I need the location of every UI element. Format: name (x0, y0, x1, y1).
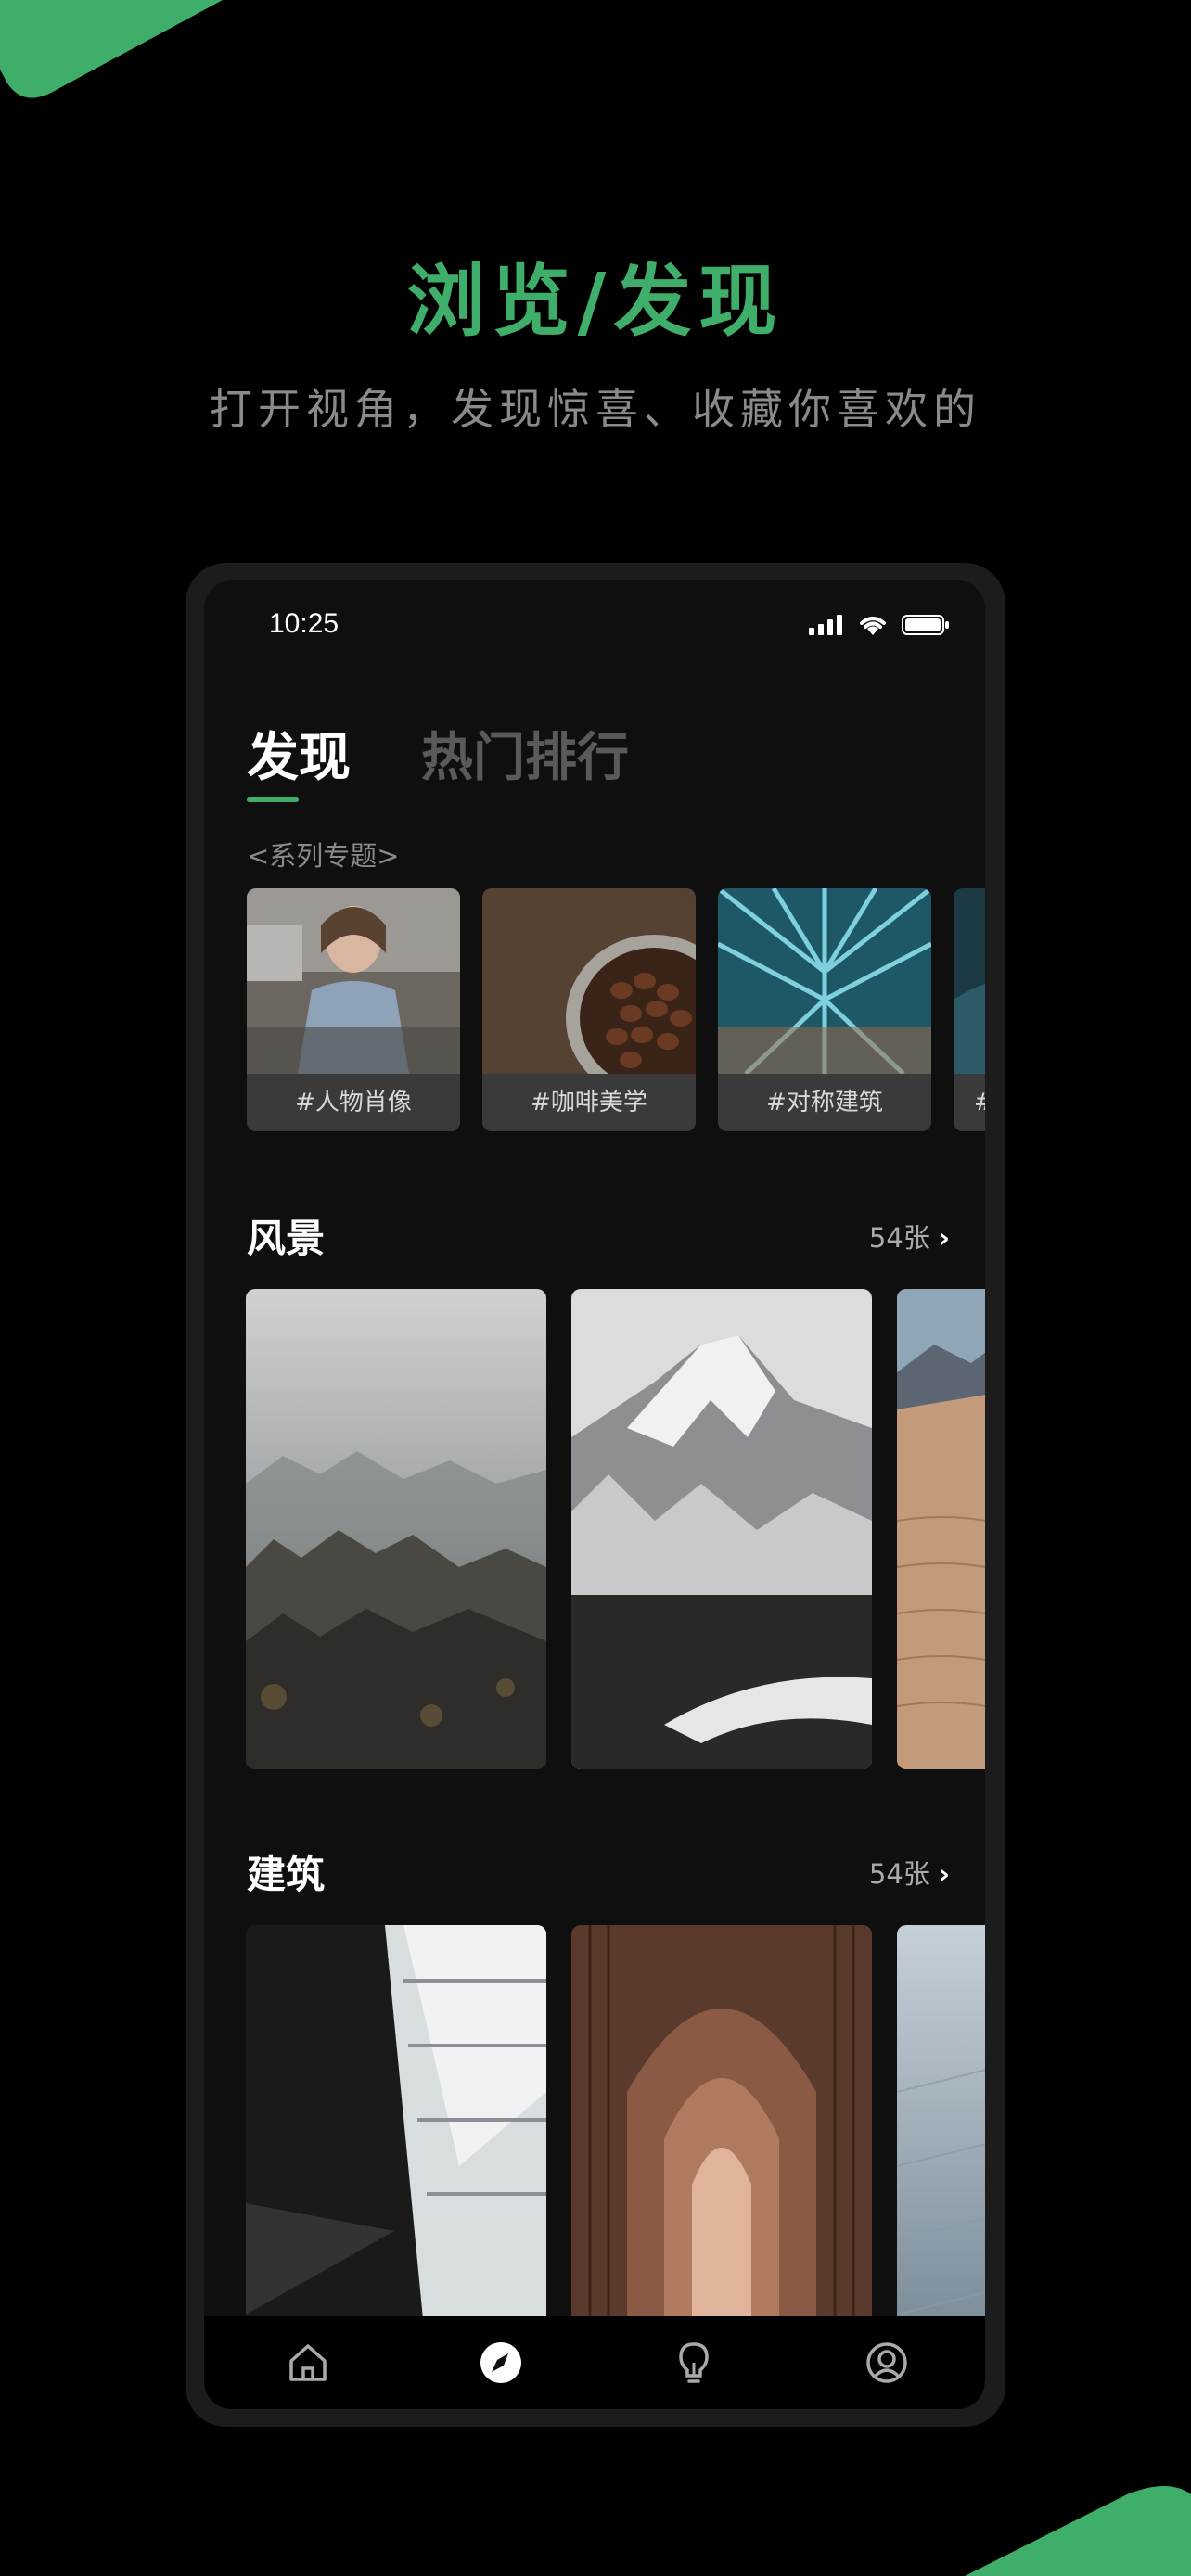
compass-icon[interactable] (479, 2340, 523, 2385)
series-caption: #对称建筑 (718, 1074, 931, 1131)
section-more-architecture[interactable]: 54张 › (869, 1853, 950, 1892)
section-title-landscape: 风景 (247, 1216, 326, 1261)
series-card-partial[interactable]: # (954, 888, 985, 1131)
series-card-architecture[interactable]: #对称建筑 (718, 888, 931, 1131)
phone-screen: 10:25 发现 热门排行 <系列专题> #人物肖像 #咖啡美学 #对称建筑 风… (204, 580, 985, 2409)
hero-title: 浏览/发现 (406, 256, 785, 347)
tab-discover[interactable]: 发现 (247, 716, 351, 791)
photo-image (897, 1289, 985, 1769)
chevron-right-icon: › (939, 1858, 950, 1890)
signal-icon (809, 615, 842, 635)
status-icons (809, 614, 950, 636)
photo-image (571, 1289, 872, 1769)
section-title-architecture: 建筑 (247, 1852, 326, 1897)
active-tab-indicator (247, 797, 299, 802)
series-caption: # (954, 1074, 985, 1131)
photo-image (246, 1289, 546, 1769)
series-image-partial (954, 888, 985, 1074)
tab-hot-ranking[interactable]: 热门排行 (421, 716, 629, 791)
series-caption: #人物肖像 (247, 1074, 460, 1131)
photo-snow-mountain[interactable] (571, 1289, 872, 1769)
series-image-coffee (482, 888, 696, 1074)
series-caption: #咖啡美学 (482, 1074, 696, 1131)
section-count: 54张 (868, 1222, 930, 1254)
profile-icon[interactable] (864, 2340, 909, 2385)
series-label: <系列专题> (247, 840, 400, 872)
series-image-architecture (718, 888, 931, 1074)
hero-subtitle: 打开视角，发现惊喜、收藏你喜欢的 (210, 384, 981, 434)
chevron-right-icon: › (939, 1222, 950, 1254)
series-image-portrait (247, 888, 460, 1074)
battery-icon (902, 615, 949, 635)
home-icon[interactable] (286, 2340, 330, 2385)
status-time: 10:25 (269, 608, 339, 639)
photo-desert[interactable] (897, 1289, 985, 1769)
wifi-icon (860, 617, 886, 635)
photo-foggy-forest[interactable] (246, 1289, 546, 1769)
series-card-coffee[interactable]: #咖啡美学 (482, 888, 696, 1131)
lightbulb-icon[interactable] (672, 2340, 716, 2385)
series-card-portrait[interactable]: #人物肖像 (247, 888, 460, 1131)
section-more-landscape[interactable]: 54张 › (869, 1217, 950, 1256)
bottom-nav (204, 2316, 985, 2409)
section-count: 54张 (868, 1858, 930, 1890)
